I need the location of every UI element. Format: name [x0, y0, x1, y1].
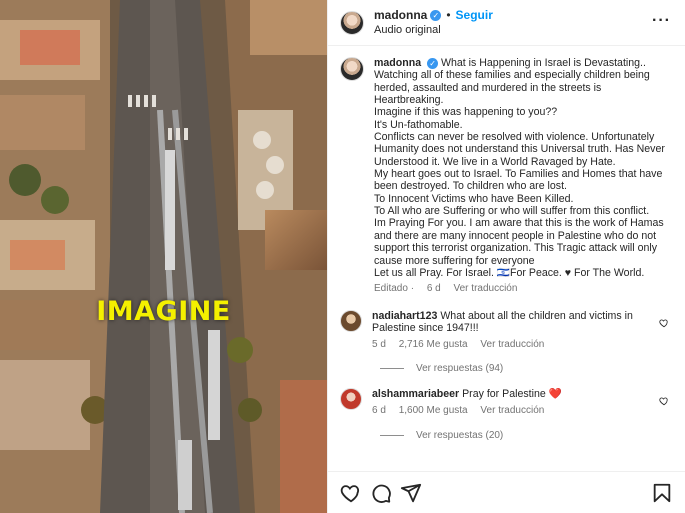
view-replies-label: Ver respuestas (20) — [416, 429, 504, 441]
comment-likes[interactable]: 2,716 Me gusta — [399, 339, 468, 350]
caption-avatar[interactable] — [340, 57, 364, 81]
comment-avatar[interactable] — [340, 309, 362, 332]
caption-line: Let us all Pray. For Israel. 🇮🇱For Peace… — [374, 266, 645, 279]
caption-username[interactable]: madonna — [374, 57, 421, 69]
view-replies-label: Ver respuestas (94) — [416, 363, 504, 375]
save-bookmark-icon[interactable] — [651, 482, 673, 504]
comment-body: Pray for Palestine ❤️ — [462, 388, 562, 401]
comment-item: nadiahart123 What about all the children… — [340, 309, 673, 352]
comment-item: alshammariabeer Pray for Palestine ❤️ 6 … — [340, 388, 673, 417]
caption-line: My heart goes out to Israel. To Families… — [374, 168, 666, 193]
comment-text: nadiahart123 What about all the children… — [372, 310, 662, 335]
separator-dot: • — [446, 7, 451, 22]
post-actions-bar — [328, 471, 685, 513]
comment-meta: 5 d 2,716 Me gusta Ver traducción — [372, 339, 662, 352]
comment-time[interactable]: 6 d — [372, 405, 386, 416]
translate-link[interactable]: Ver traducción — [454, 283, 518, 294]
comment-avatar[interactable] — [340, 388, 362, 411]
like-heart-icon[interactable] — [659, 396, 669, 406]
caption-time[interactable]: 6 d — [427, 283, 441, 294]
replies-divider — [380, 368, 404, 370]
edited-text: Editado — [374, 283, 408, 295]
share-send-icon[interactable] — [400, 482, 422, 504]
post-header: madonna ✓ • Seguir Audio original ··· — [328, 0, 685, 46]
translate-link[interactable]: Ver traducción — [480, 405, 544, 416]
comment-username[interactable]: alshammariabeer — [372, 388, 459, 400]
view-replies-button[interactable]: Ver respuestas (94) — [380, 363, 673, 374]
caption-line: Imagine if this was happening to you?? — [374, 106, 558, 119]
aerial-street-image — [0, 0, 327, 513]
comment-time[interactable]: 5 d — [372, 339, 386, 350]
comment-text: alshammariabeer Pray for Palestine ❤️ — [372, 388, 662, 401]
header-username[interactable]: madonna — [374, 8, 427, 23]
caption-line: To Innocent Victims who have Been Killed… — [374, 192, 574, 205]
edited-label: Editado · 6 d — [374, 283, 441, 295]
caption-line: What is Happening in Israel is Devastati… — [441, 57, 646, 69]
more-options-icon[interactable]: ··· — [652, 12, 671, 30]
follow-button[interactable]: Seguir — [456, 8, 493, 23]
translate-link[interactable]: Ver traducción — [480, 339, 544, 350]
caption-line: Watching all of these families and espec… — [374, 69, 653, 107]
post-side-panel: madonna ✓ • Seguir Audio original ··· ma… — [327, 0, 685, 513]
verified-badge-icon: ✓ — [430, 9, 442, 21]
caption-line: Conflicts can never be resolved with vio… — [374, 131, 668, 168]
video-overlay-text: IMAGINE — [96, 296, 231, 327]
post-caption: madonna ✓ What is Happening in Israel is… — [340, 57, 673, 296]
caption-text: madonna ✓ What is Happening in Israel is… — [374, 57, 673, 279]
caption-line: To All who are Suffering or who will suf… — [374, 205, 650, 218]
view-replies-button[interactable]: Ver respuestas (20) — [380, 430, 673, 441]
like-heart-icon[interactable] — [340, 482, 362, 504]
comments-area[interactable]: madonna ✓ What is Happening in Israel is… — [328, 47, 685, 471]
replies-divider — [380, 434, 404, 436]
comment-meta: 6 d 1,600 Me gusta Ver traducción — [372, 405, 662, 418]
like-heart-icon[interactable] — [659, 318, 669, 328]
comment-bubble-icon[interactable] — [370, 482, 392, 504]
caption-line: It's Un-fathomable. — [374, 118, 463, 131]
comment-likes[interactable]: 1,600 Me gusta — [399, 405, 468, 416]
post-media-video[interactable]: IMAGINE — [0, 0, 327, 513]
caption-line: Im Praying For you. I am aware that this… — [374, 217, 667, 267]
caption-meta: Editado · 6 d Ver traducción — [374, 283, 673, 295]
audio-link[interactable]: Audio original — [374, 23, 493, 38]
avatar[interactable] — [340, 10, 364, 35]
comment-username[interactable]: nadiahart123 — [372, 310, 437, 322]
verified-badge-icon: ✓ — [427, 58, 439, 69]
